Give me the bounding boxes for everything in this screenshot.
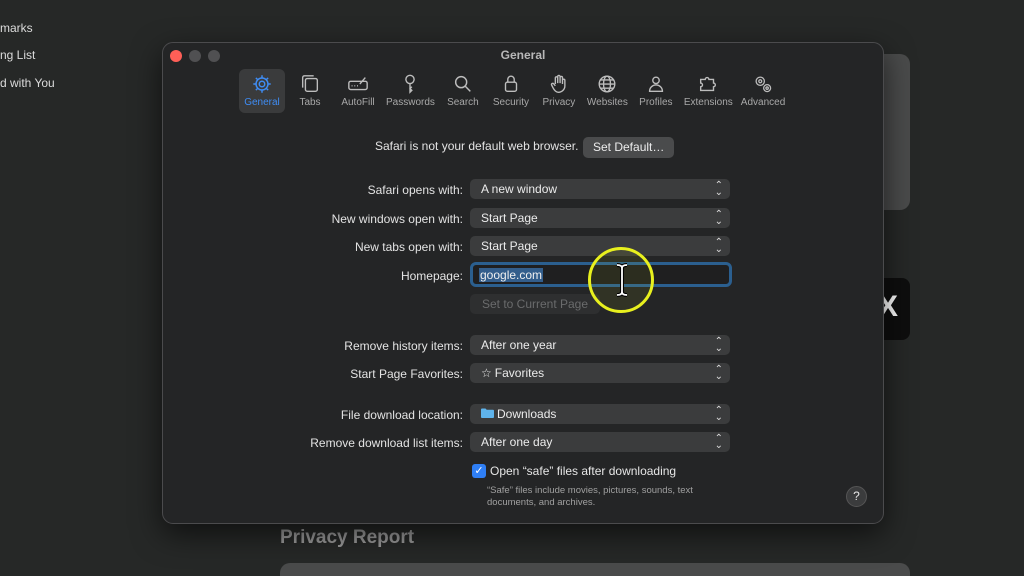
- row-remove-history: Remove history items: After one year ⌃ ⌄: [163, 335, 883, 357]
- new-windows-label: New windows open with:: [331, 212, 463, 226]
- tab-privacy[interactable]: Privacy: [536, 69, 582, 113]
- tab-passwords[interactable]: Passwords: [383, 69, 438, 113]
- sidebar-item-shared-with-you[interactable]: d with You: [0, 76, 55, 90]
- select-value: A new window: [481, 182, 558, 196]
- tab-label: Profiles: [639, 97, 673, 108]
- chevron-updown-icon: ⌃ ⌄: [714, 237, 723, 255]
- tab-label: Advanced: [740, 97, 786, 108]
- tab-tabs[interactable]: Tabs: [287, 69, 333, 113]
- tab-label: AutoFill: [341, 97, 375, 108]
- default-browser-notice: Safari is not your default web browser.: [375, 139, 579, 153]
- remove-history-select[interactable]: After one year ⌃ ⌄: [470, 335, 730, 355]
- tabs-icon: [301, 75, 319, 93]
- chevron-updown-icon: ⌃ ⌄: [714, 364, 723, 382]
- folder-icon: [481, 407, 494, 421]
- puzzle-icon: [700, 76, 717, 92]
- tab-websites[interactable]: Websites: [584, 69, 631, 113]
- row-start-page-favorites: Start Page Favorites: ☆ Favorites ⌃ ⌄: [163, 363, 883, 385]
- privacy-report-title: Privacy Report: [280, 527, 415, 548]
- search-icon: [454, 75, 471, 92]
- background-sidebar: marks ng List d with You: [0, 0, 160, 576]
- privacy-report-card: [280, 563, 910, 576]
- title-bar: General: [163, 43, 883, 67]
- select-value: Favorites: [494, 366, 545, 380]
- download-location-label: File download location:: [340, 408, 463, 422]
- download-location-select[interactable]: Downloads ⌃ ⌄: [470, 404, 730, 424]
- safari-opens-with-label: Safari opens with:: [367, 183, 463, 197]
- gear-icon: [253, 75, 271, 93]
- autofill-icon: [348, 77, 368, 91]
- remove-download-list-select[interactable]: After one day ⌃ ⌄: [470, 432, 730, 452]
- open-safe-files-label[interactable]: Open “safe” files after downloading: [490, 464, 676, 478]
- tab-label: Tabs: [299, 97, 321, 108]
- tab-label: Extensions: [683, 97, 733, 108]
- start-page-favorites-select[interactable]: ☆ Favorites ⌃ ⌄: [470, 363, 730, 383]
- globe-icon: [598, 75, 616, 93]
- window-title: General: [500, 48, 546, 62]
- settings-window: General General Tabs AutoFill Passwords …: [162, 42, 884, 524]
- select-value: Start Page: [481, 239, 538, 253]
- remove-download-list-label: Remove download list items:: [310, 436, 463, 450]
- row-safari-opens-with: Safari opens with: A new window ⌃ ⌄: [163, 179, 883, 201]
- text-cursor-icon: [616, 263, 628, 297]
- tab-label: Passwords: [386, 97, 435, 108]
- gears-icon: [755, 76, 772, 93]
- tab-label: Websites: [586, 97, 628, 108]
- tab-label: General: [244, 97, 280, 108]
- select-value: After one year: [481, 338, 557, 352]
- chevron-updown-icon: ⌃ ⌄: [714, 336, 723, 354]
- row-remove-download-list: Remove download list items: After one da…: [163, 432, 883, 454]
- new-tabs-label: New tabs open with:: [354, 240, 463, 254]
- star-icon: ☆: [481, 366, 492, 380]
- start-page-favorites-label: Start Page Favorites:: [350, 367, 463, 381]
- sidebar-item-reading-list[interactable]: ng List: [0, 48, 35, 62]
- tab-label: Search: [447, 97, 479, 108]
- chevron-updown-icon: ⌃ ⌄: [714, 180, 723, 198]
- sidebar-item-bookmarks[interactable]: marks: [0, 21, 33, 35]
- row-new-windows: New windows open with: Start Page ⌃ ⌄: [163, 208, 883, 230]
- new-windows-select[interactable]: Start Page ⌃ ⌄: [470, 208, 730, 228]
- chevron-updown-icon: ⌃ ⌄: [714, 405, 723, 423]
- select-value: After one day: [481, 435, 553, 449]
- homepage-value: google.com: [479, 268, 544, 282]
- tab-security[interactable]: Security: [488, 69, 534, 113]
- lock-icon: [504, 75, 518, 93]
- chevron-updown-icon: ⌃ ⌄: [714, 209, 723, 227]
- tab-advanced[interactable]: Advanced: [738, 69, 788, 113]
- row-new-tabs: New tabs open with: Start Page ⌃ ⌄: [163, 236, 883, 258]
- chevron-updown-icon: ⌃ ⌄: [714, 433, 723, 451]
- tab-general[interactable]: General: [239, 69, 285, 113]
- tab-label: Privacy: [542, 97, 576, 108]
- row-download-location: File download location: Downloads ⌃ ⌄: [163, 404, 883, 426]
- select-value: Start Page: [481, 211, 538, 225]
- hand-icon: [550, 74, 566, 93]
- tab-profiles[interactable]: Profiles: [633, 69, 679, 113]
- safe-files-note: “Safe” files include movies, pictures, s…: [487, 485, 693, 508]
- remove-history-label: Remove history items:: [344, 339, 463, 353]
- homepage-label: Homepage:: [400, 269, 463, 283]
- safari-opens-with-select[interactable]: A new window ⌃ ⌄: [470, 179, 730, 199]
- tab-autofill[interactable]: AutoFill: [335, 69, 381, 113]
- tab-search[interactable]: Search: [440, 69, 486, 113]
- person-icon: [648, 76, 663, 93]
- tab-label: Security: [492, 97, 529, 108]
- help-button[interactable]: ?: [846, 486, 867, 507]
- tab-extensions[interactable]: Extensions: [681, 69, 736, 113]
- select-value: Downloads: [497, 407, 557, 421]
- key-icon: [405, 74, 416, 94]
- set-to-current-page-button[interactable]: Set to Current Page: [470, 294, 600, 314]
- set-default-button[interactable]: Set Default…: [583, 137, 675, 158]
- open-safe-files-checkbox[interactable]: ✓: [472, 464, 486, 478]
- settings-toolbar: General Tabs AutoFill Passwords Search S…: [239, 69, 788, 113]
